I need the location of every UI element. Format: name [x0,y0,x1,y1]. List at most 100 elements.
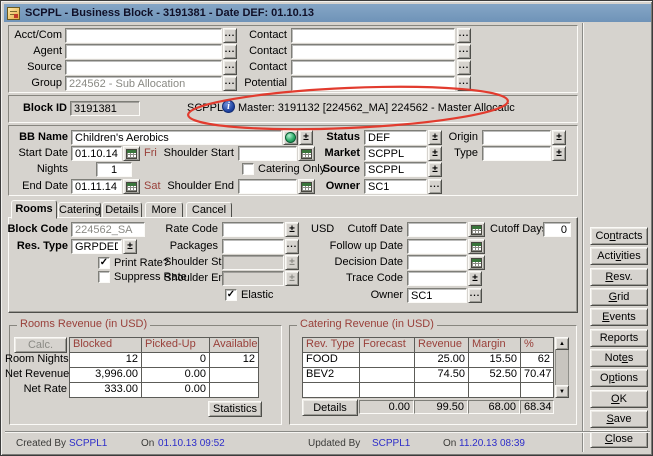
rate-code-field[interactable] [222,222,284,237]
ellipsis-icon: ... [459,29,470,38]
tab-owner-field[interactable] [407,288,467,303]
table-cell[interactable]: 25.00 [415,353,469,368]
bb-name-dropdown-button[interactable]: ± [299,130,313,145]
decision-calendar-button[interactable] [468,255,485,270]
packages-field[interactable] [222,239,284,254]
table-cell[interactable]: 74.50 [415,368,469,383]
tab-owner-browse-button[interactable]: ... [468,288,482,303]
table-cell[interactable]: 52.50 [469,368,521,383]
table-cell[interactable]: 70.47 [521,368,554,383]
table-cell[interactable]: BEV2 [303,368,360,383]
contact1-browse-button[interactable]: ... [457,28,471,43]
shoulder-start-rate-dropdown-button: ± [285,255,299,270]
up-arrow-icon: ▲ [559,341,565,347]
origin-dropdown-button[interactable]: ± [552,130,566,145]
scroll-down-button[interactable]: ▼ [555,385,569,398]
acct-com-input[interactable] [65,28,222,43]
contact2-browse-button[interactable]: ... [457,44,471,59]
table-cell[interactable] [469,383,521,398]
shoulder-end-calendar-button[interactable] [298,179,315,194]
status-field[interactable] [364,130,427,145]
table-cell[interactable]: FOOD [303,353,360,368]
rate-code-dropdown-button[interactable]: ± [285,222,299,237]
contact2-input[interactable] [291,44,455,59]
owner-field[interactable] [364,179,427,194]
table-cell[interactable] [360,353,415,368]
scroll-up-button[interactable]: ▲ [555,337,569,350]
events-button[interactable]: Events [590,308,648,326]
table-cell [210,383,259,398]
shoulder-start-field[interactable] [238,146,297,161]
follow-up-calendar-button[interactable] [468,239,485,254]
contact3-input[interactable] [291,60,455,75]
potential-input[interactable] [291,76,455,91]
resv-button[interactable]: Resv. [590,268,648,286]
table-cell[interactable] [415,383,469,398]
res-type-field[interactable] [71,239,122,254]
shoulder-start-rate-label: Shoulder Start [164,255,218,270]
created-by-label: Created By [16,438,66,450]
activities-button[interactable]: Activities [590,247,648,265]
reports-button[interactable]: Reports [590,329,648,347]
origin-field[interactable] [482,130,551,145]
packages-browse-button[interactable]: ... [285,239,299,254]
tab-details[interactable]: Details [102,202,142,218]
shoulder-end-field[interactable] [238,179,297,194]
type-field[interactable] [482,146,551,161]
grid-button[interactable]: Grid [590,288,648,306]
tab-catering[interactable]: Catering [58,202,101,218]
calendar-icon [301,182,312,192]
info-icon[interactable]: i [222,100,235,113]
elastic-checkbox[interactable]: ✓ [225,289,237,301]
contact3-browse-button[interactable]: ... [457,60,471,75]
source-dropdown-button[interactable]: ± [428,162,442,177]
contracts-button[interactable]: Contracts [590,227,648,245]
end-date-field[interactable] [71,179,122,194]
table-cell[interactable] [303,383,360,398]
table-cell[interactable] [360,383,415,398]
res-type-dropdown-button[interactable]: ± [123,239,137,254]
tab-more[interactable]: More [145,202,183,218]
table-cell[interactable] [521,383,554,398]
statistics-button[interactable]: Statistics [208,401,262,417]
contact1-input[interactable] [291,28,455,43]
end-date-calendar-button[interactable] [123,179,140,194]
notes-button[interactable]: Notes [590,349,648,367]
trace-code-dropdown-button[interactable]: ± [468,271,482,286]
details-button[interactable]: Details [302,399,358,416]
source-input[interactable] [65,60,222,75]
table-cell[interactable] [360,368,415,383]
save-button[interactable]: Save [590,410,648,428]
suppress-rate-checkbox[interactable] [98,271,110,283]
ok-button[interactable]: OK [590,390,648,408]
nights-field[interactable] [96,162,132,177]
cutoff-date-field[interactable] [407,222,467,237]
bb-name-globe-button[interactable] [283,130,298,145]
decision-date-field[interactable] [407,255,467,270]
type-dropdown-button[interactable]: ± [552,146,566,161]
follow-up-date-field[interactable] [407,239,467,254]
app-icon[interactable] [7,7,20,20]
title-bar[interactable]: SCPPL - Business Block - 3191381 - Date … [4,4,651,22]
options-button[interactable]: Options [590,369,648,387]
start-date-field[interactable] [71,146,122,161]
source-code-field[interactable] [364,162,427,177]
tab-cancel[interactable]: Cancel [186,202,232,218]
catering-only-checkbox[interactable] [242,163,254,175]
cutoff-days-field[interactable] [543,222,571,237]
cutoff-date-calendar-button[interactable] [468,222,485,237]
potential-browse-button[interactable]: ... [457,76,471,91]
market-field[interactable] [364,146,427,161]
packages-label: Packages [164,239,218,254]
tab-rooms[interactable]: Rooms [11,200,57,219]
owner-browse-button[interactable]: ... [428,179,442,194]
bb-name-input[interactable] [71,130,282,145]
shoulder-start-calendar-button[interactable] [298,146,315,161]
created-by-value: SCPPL1 [69,438,107,450]
trace-code-field[interactable] [407,271,467,286]
start-date-calendar-button[interactable] [123,146,140,161]
agent-input[interactable] [65,44,222,59]
table-cell[interactable]: 62 [521,353,554,368]
print-rate-checkbox[interactable]: ✓ [98,257,110,269]
table-cell[interactable]: 15.50 [469,353,521,368]
